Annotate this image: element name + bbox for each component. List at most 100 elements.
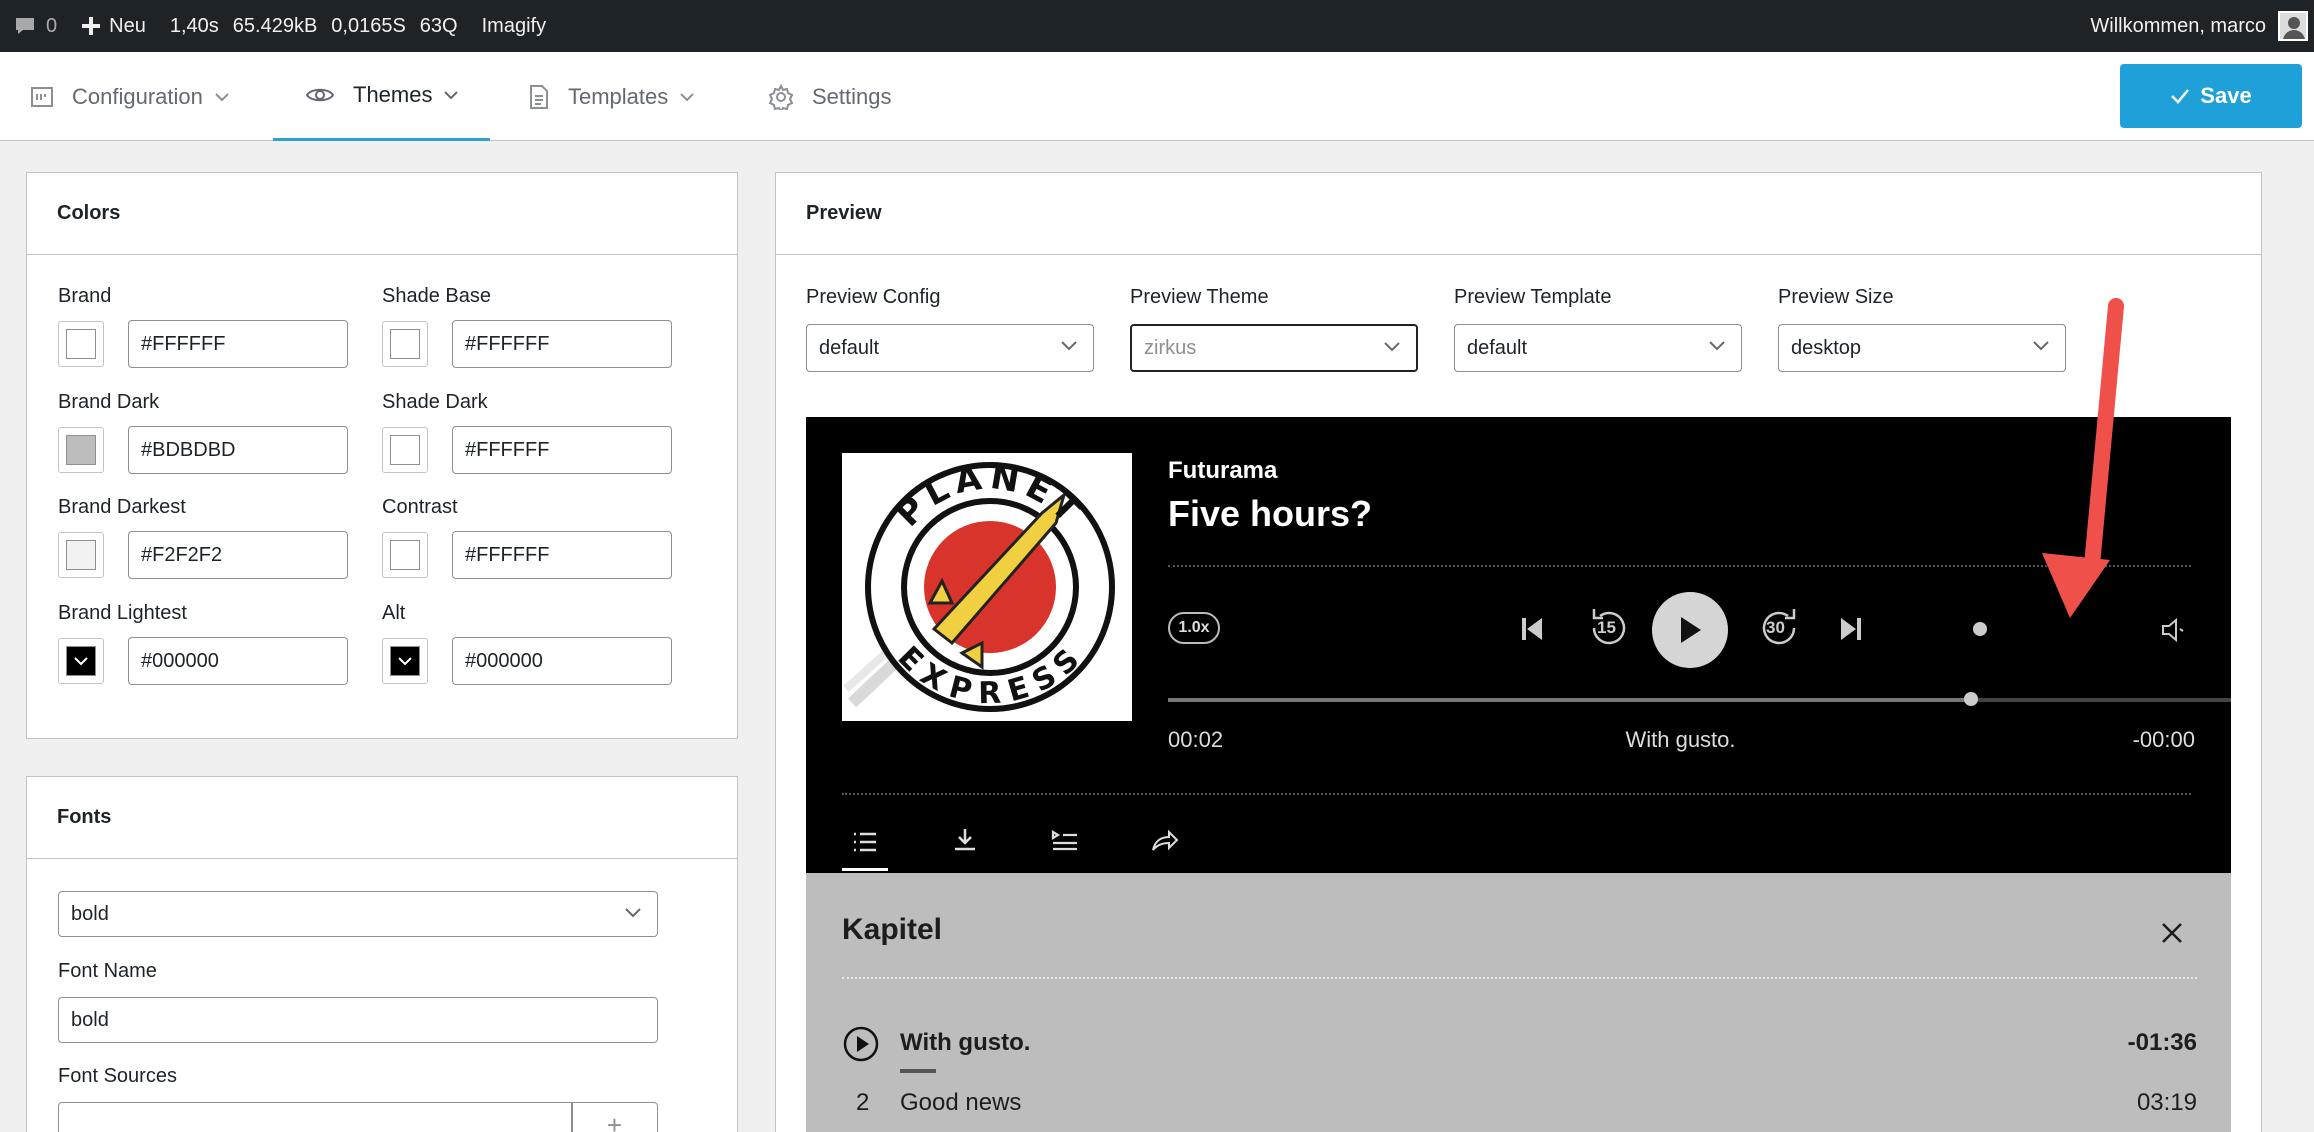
welcome-text: Willkommen, marco <box>2090 14 2266 37</box>
chapter-row[interactable]: With gusto. -01:36 <box>842 1025 2197 1073</box>
chevron-down-icon <box>680 92 694 101</box>
chevron-down-icon <box>74 657 88 666</box>
color-swatch-button[interactable] <box>58 532 104 578</box>
episode-title: Five hours? <box>1168 493 1373 534</box>
skip-previous-icon <box>1522 618 1542 640</box>
playback-speed-button[interactable]: 1.0x <box>1168 612 1220 644</box>
tab-settings[interactable]: Settings <box>768 52 892 141</box>
tab-templates[interactable]: Templates <box>528 52 694 141</box>
new-content-menu[interactable]: Neu <box>67 0 156 52</box>
font-select[interactable]: bold <box>58 891 658 937</box>
font-sources-input[interactable] <box>58 1102 573 1132</box>
preview-template-select[interactable]: default <box>1454 324 1742 372</box>
account-menu[interactable]: Willkommen, marco <box>2090 0 2314 52</box>
current-chapter-label: With gusto. <box>1625 727 1736 752</box>
comments-menu[interactable]: 0 <box>0 0 67 52</box>
save-label: Save <box>2200 83 2252 108</box>
chevron-down-icon <box>1384 342 1400 352</box>
comment-icon <box>16 18 34 34</box>
mute-button[interactable] <box>2156 613 2190 647</box>
download-tab[interactable] <box>942 815 988 865</box>
font-name-input[interactable] <box>58 997 658 1043</box>
fonts-panel-title: Fonts <box>27 777 737 859</box>
planet-express-logo: PLANET EXPRESS <box>842 453 1132 721</box>
volume-slider-handle[interactable] <box>1970 619 1990 639</box>
tab-themes[interactable]: Themes <box>273 52 491 141</box>
color-hex-input[interactable] <box>128 637 348 685</box>
color-swatch-preview <box>390 435 420 465</box>
color-hex-input[interactable] <box>128 531 348 579</box>
chevron-down-icon <box>1709 341 1725 351</box>
color-hex-input[interactable] <box>452 320 672 368</box>
imagify-menu[interactable]: Imagify <box>468 0 556 52</box>
show-title: Futurama <box>1168 457 1278 484</box>
chapter-time: 03:19 <box>2136 1089 2197 1116</box>
color-swatch-button[interactable] <box>58 638 104 684</box>
play-button[interactable] <box>1652 592 1728 668</box>
chapters-panel: Kapitel With gusto. -01:36 2 Good news 0… <box>806 873 2231 1132</box>
color-swatch-button[interactable] <box>382 532 428 578</box>
color-hex-input[interactable] <box>452 426 672 474</box>
preview-config-select[interactable]: default <box>806 324 1094 372</box>
color-swatch-preview <box>66 329 96 359</box>
close-chapters-button[interactable] <box>2154 915 2190 951</box>
color-hex-input[interactable] <box>452 637 672 685</box>
chapter-title: With gusto. <box>900 1029 1031 1056</box>
color-swatch-button[interactable] <box>382 638 428 684</box>
new-label: Neu <box>109 14 146 37</box>
stat-memory: 65.429kB <box>232 14 318 37</box>
preview-size-select[interactable]: desktop <box>1778 324 2066 372</box>
gear-icon <box>768 83 794 110</box>
chapter-row[interactable]: 2 Good news 03:19 <box>842 1085 2197 1125</box>
chapters-tab[interactable] <box>842 815 888 871</box>
color-swatch-button[interactable] <box>58 427 104 473</box>
checkmark-icon <box>2171 89 2190 104</box>
eye-icon <box>305 88 335 102</box>
preview-template-value: default <box>1467 336 1528 359</box>
avatar <box>2278 11 2308 41</box>
tab-configuration[interactable]: Configuration <box>30 52 229 141</box>
color-swatch-preview <box>390 329 420 359</box>
preview-theme-select[interactable]: zirkus <box>1130 324 1418 372</box>
transcript-tab[interactable] <box>1042 815 1088 865</box>
colors-panel: Colors Brand Shade Base Brand Dark Shade Da… <box>26 172 738 739</box>
color-field-label: Brand Dark <box>58 391 160 413</box>
chevron-down-icon <box>398 657 412 666</box>
close-icon <box>2162 923 2182 943</box>
preview-config-value: default <box>819 336 880 359</box>
tab-label: Templates <box>568 83 669 109</box>
chapter-number: 2 <box>856 1089 870 1116</box>
share-tab[interactable] <box>1142 815 1188 865</box>
config-icon <box>31 86 53 107</box>
color-swatch-button[interactable] <box>58 321 104 367</box>
fonts-panel: Fonts bold Font Name Font Sources + <box>26 776 738 1132</box>
color-field-label: Brand Darkest <box>58 496 186 518</box>
progress-knob[interactable] <box>1963 692 1978 706</box>
color-hex-input[interactable] <box>128 426 348 474</box>
progress-bar[interactable] <box>1168 692 2231 706</box>
stat-time: 1,40s <box>169 14 219 37</box>
chevron-down-icon <box>2033 341 2049 351</box>
rewind-button[interactable]: 15 <box>1584 603 1634 653</box>
color-field-label: Alt <box>382 602 406 624</box>
next-chapter-button[interactable] <box>1831 607 1871 651</box>
color-hex-input[interactable] <box>128 320 348 368</box>
save-button[interactable]: Save <box>2120 64 2302 128</box>
color-swatch-button[interactable] <box>382 321 428 367</box>
color-swatch-preview <box>390 646 420 676</box>
play-icon <box>1681 617 1701 643</box>
tab-label: Settings <box>812 83 892 109</box>
previous-chapter-button[interactable] <box>1512 607 1552 651</box>
color-swatch-preview <box>390 540 420 570</box>
preview-theme-value: zirkus <box>1144 336 1197 359</box>
preview-size-value: desktop <box>1791 336 1862 359</box>
forward-button[interactable]: 30 <box>1754 603 1804 653</box>
add-font-source-button[interactable]: + <box>571 1102 658 1132</box>
font-sources-label: Font Sources <box>58 1065 177 1087</box>
color-hex-input[interactable] <box>452 531 672 579</box>
color-swatch-button[interactable] <box>382 427 428 473</box>
chapter-time: -01:36 <box>2127 1029 2197 1056</box>
query-monitor-stats[interactable]: 1,40s 65.429kB 0,0165S 63Q <box>156 0 468 52</box>
settings-tab-bar: Configuration Themes Templates Settings … <box>0 52 2314 141</box>
slider-knob <box>1973 622 1987 636</box>
